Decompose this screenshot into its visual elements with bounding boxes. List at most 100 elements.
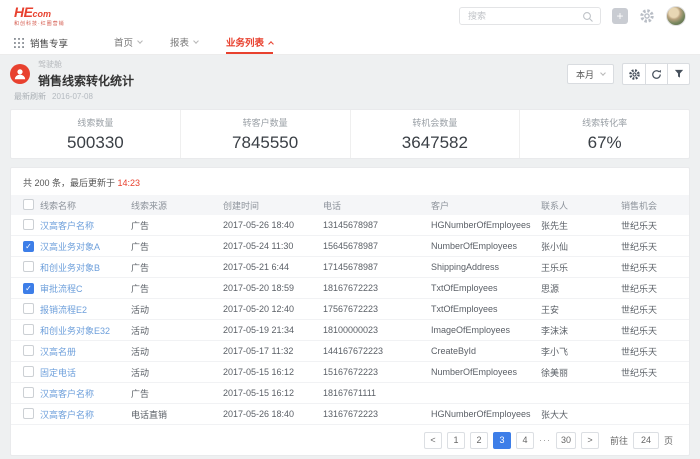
page-button-4[interactable]: 4	[516, 432, 534, 449]
nav-tab-business-list[interactable]: 业务列表	[226, 32, 273, 54]
row-checkbox[interactable]	[23, 261, 34, 272]
row-checkbox[interactable]	[23, 303, 34, 314]
table-row[interactable]: 汉高客户名称 广告 2017-05-26 18:40 13145678987 H…	[11, 215, 689, 236]
lead-name-link[interactable]: 汉高名册	[40, 345, 131, 358]
lead-source: 广告	[131, 219, 223, 232]
phone: 18100000023	[323, 325, 431, 335]
opportunity: 世纪乐天	[621, 324, 677, 337]
lead-name-link[interactable]: 和创业务对象B	[40, 261, 131, 274]
table-row[interactable]: 和创业务对象B 广告 2017-05-21 6:44 17145678987 S…	[11, 257, 689, 278]
table-row[interactable]: 汉高业务对象A 广告 2017-05-24 11:30 15645678987 …	[11, 236, 689, 257]
page-button-30[interactable]: 30	[556, 432, 576, 449]
filter-button[interactable]	[667, 64, 689, 84]
created-time: 2017-05-17 11:32	[223, 346, 323, 356]
nav-tab-reports[interactable]: 报表	[170, 32, 198, 54]
lead-name-link[interactable]: 审批流程C	[40, 282, 131, 295]
crm-dashboard-page: { "colors": { "brand_red": "#E8412F", "l…	[0, 0, 700, 459]
period-label: 本月	[576, 68, 594, 81]
lead-source: 活动	[131, 366, 223, 379]
refresh-date: 2016-07-08	[52, 92, 93, 101]
prev-page-button[interactable]: <	[424, 432, 442, 449]
stat-label: 转机会数量	[412, 116, 457, 129]
title-block: 驾驶舱 销售线索转化统计	[10, 59, 134, 89]
select-all-checkbox[interactable]	[23, 199, 34, 210]
nav-tab-reports-label: 报表	[170, 35, 189, 49]
column-header-contact: 联系人	[541, 199, 621, 212]
row-checkbox[interactable]	[23, 387, 34, 398]
page-button-2[interactable]: 2	[470, 432, 488, 449]
next-page-button[interactable]: >	[581, 432, 599, 449]
content-area: 驾驶舱 销售线索转化统计 本月	[0, 55, 700, 456]
table-row[interactable]: 报销流程E2 活动 2017-05-20 12:40 17567672223 T…	[11, 299, 689, 320]
contact: 徐美丽	[541, 366, 621, 379]
phone: 13167672223	[323, 409, 431, 419]
summary-text: 共 200 条，最后更新于	[23, 178, 118, 188]
table-row[interactable]: 审批流程C 广告 2017-05-20 18:59 18167672223 Tx…	[11, 278, 689, 299]
row-checkbox[interactable]	[23, 408, 34, 419]
page-button-1[interactable]: 1	[447, 432, 465, 449]
stat-conversion-rate: 线索转化率 67%	[519, 110, 689, 158]
contact: 张大大	[541, 408, 621, 421]
jump-page-suffix: 页	[664, 434, 673, 447]
add-button[interactable]: +	[612, 8, 628, 24]
refresh-button[interactable]	[645, 64, 667, 84]
nav-tab-home[interactable]: 首页	[114, 32, 142, 54]
lead-source: 广告	[131, 387, 223, 400]
customer: ImageOfEmployees	[431, 325, 541, 335]
table-row[interactable]: 汉高客户名称 广告 2017-05-15 16:12 18167671111	[11, 383, 689, 404]
page-button-3-active[interactable]: 3	[493, 432, 511, 449]
lead-name-link[interactable]: 汉高客户名称	[40, 387, 131, 400]
settings-gear-icon[interactable]	[639, 8, 655, 24]
logo-text: HEcom	[14, 5, 65, 21]
table-row[interactable]: 汉高客户名称 电话直销 2017-05-26 18:40 13167672223…	[11, 404, 689, 425]
stat-converted-opportunities: 转机会数量 3647582	[350, 110, 520, 158]
opportunity: 世纪乐天	[621, 219, 677, 232]
stats-card: 线索数量 500330 转客户数量 7845550 转机会数量 3647582 …	[10, 109, 690, 159]
lead-name-link[interactable]: 报销流程E2	[40, 303, 131, 316]
stat-converted-customers: 转客户数量 7845550	[180, 110, 350, 158]
dashboard-icon	[10, 64, 30, 84]
header-controls: +	[459, 6, 686, 26]
row-checkbox[interactable]	[23, 283, 34, 294]
app-switcher[interactable]: 销售专享	[14, 32, 68, 54]
lead-source: 电话直销	[131, 408, 223, 421]
row-checkbox[interactable]	[23, 345, 34, 356]
lead-name-link[interactable]: 汉高客户名称	[40, 408, 131, 421]
jump-page-input[interactable]	[633, 432, 659, 449]
chevron-down-icon	[137, 38, 143, 44]
row-checkbox[interactable]	[23, 366, 34, 377]
logo-tagline: 和创科技·红圈营销	[14, 22, 65, 27]
table-row[interactable]: 和创业务对象E32 活动 2017-05-19 21:34 1810000002…	[11, 320, 689, 341]
table-row[interactable]: 固定电话 活动 2017-05-15 16:12 15167672223 Num…	[11, 362, 689, 383]
settings-button[interactable]	[623, 64, 645, 84]
row-checkbox[interactable]	[23, 241, 34, 252]
logo[interactable]: HEcom 和创科技·红圈营销	[14, 5, 65, 27]
phone: 18167672223	[323, 283, 431, 293]
table-row[interactable]: 汉高名册 活动 2017-05-17 11:32 144167672223 Cr…	[11, 341, 689, 362]
lead-name-link[interactable]: 和创业务对象E32	[40, 324, 131, 337]
lead-name-link[interactable]: 汉高业务对象A	[40, 240, 131, 253]
column-header-opportunity: 销售机会	[621, 199, 677, 212]
contact: 李沫沫	[541, 324, 621, 337]
lead-name-link[interactable]: 固定电话	[40, 366, 131, 379]
created-time: 2017-05-20 18:59	[223, 283, 323, 293]
row-checkbox[interactable]	[23, 324, 34, 335]
period-select[interactable]: 本月	[567, 64, 614, 84]
contact: 王安	[541, 303, 621, 316]
search-box	[459, 7, 601, 25]
pagination-ellipsis[interactable]: ···	[539, 435, 551, 445]
filter-funnel-icon	[673, 68, 685, 80]
search-input[interactable]	[460, 11, 600, 21]
row-checkbox[interactable]	[23, 219, 34, 230]
contact: 李小飞	[541, 345, 621, 358]
phone: 144167672223	[323, 346, 431, 356]
lead-source: 广告	[131, 261, 223, 274]
lead-name-link[interactable]: 汉高客户名称	[40, 219, 131, 232]
lead-source: 活动	[131, 324, 223, 337]
column-header-customer: 客户	[431, 199, 541, 212]
phone: 18167671111	[323, 388, 431, 398]
opportunity: 世纪乐天	[621, 240, 677, 253]
user-avatar[interactable]	[666, 6, 686, 26]
lead-source: 广告	[131, 282, 223, 295]
refresh-icon	[650, 68, 663, 81]
